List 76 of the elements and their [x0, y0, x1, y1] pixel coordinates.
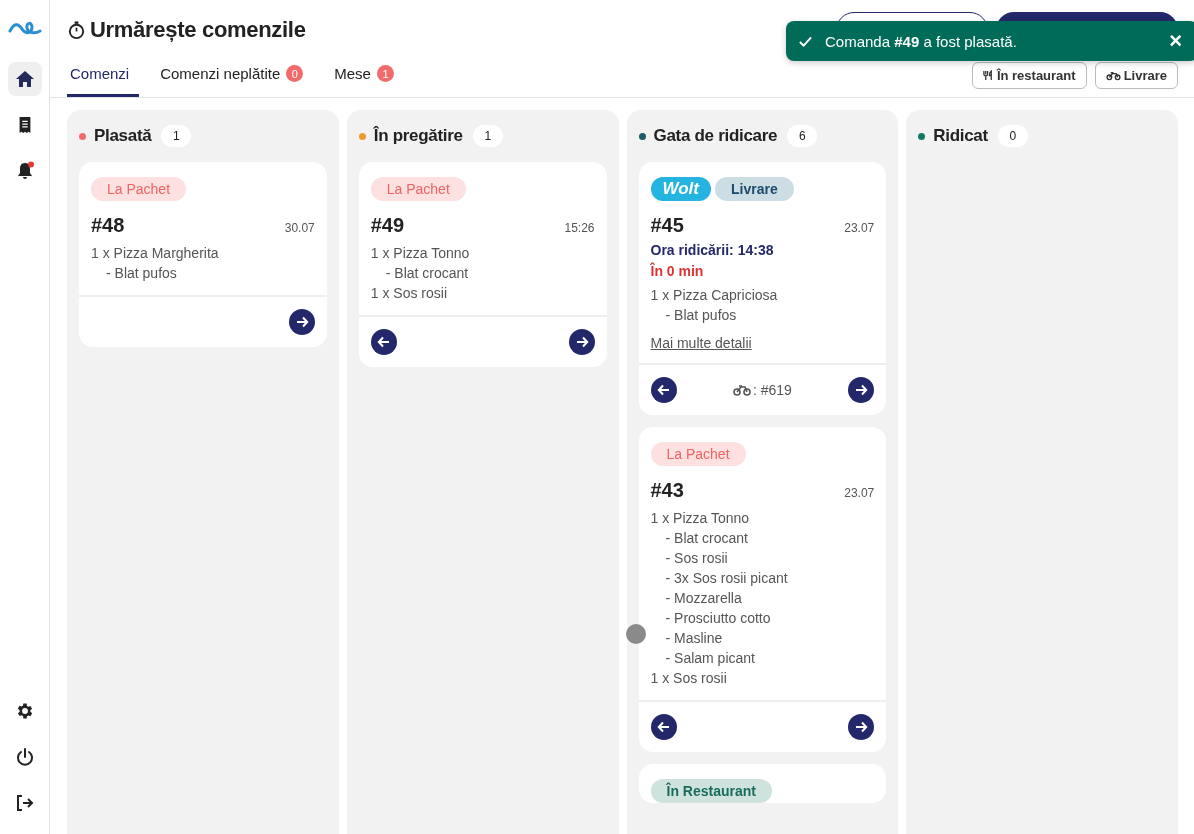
forward-arrow-button[interactable]	[288, 309, 315, 335]
due-time: În 0 min	[649, 261, 705, 279]
column-title: Ridicat	[933, 126, 988, 146]
fork-knife-icon	[982, 69, 994, 81]
arrow-left-icon	[656, 720, 671, 734]
item-option: - Mozzarella	[650, 588, 875, 608]
order-tag: La Pachet	[650, 442, 746, 466]
arrow-right-icon	[854, 720, 869, 734]
order-card[interactable]: La Pachet #48 30.07 1 x Pizza Margherita - Blat pufos	[79, 162, 327, 347]
arrow-left-icon	[656, 383, 671, 397]
order-item: 1 x Pizza Capriciosa	[650, 286, 779, 305]
tab[interactable]: Mese 1	[331, 57, 404, 97]
item-option: - Masline	[650, 628, 875, 648]
order-number: #45	[650, 214, 684, 237]
order-time: 15:26	[564, 221, 595, 235]
order-tag: La Pachet	[91, 177, 187, 201]
arrow-left-icon	[376, 335, 391, 349]
forward-arrow-button[interactable]	[848, 714, 875, 740]
home-icon[interactable]	[7, 62, 42, 96]
column-title: În pregătire	[373, 126, 463, 146]
courier-number: : #619	[752, 382, 792, 398]
column-title: Plasată	[94, 126, 152, 146]
order-item: 1 x Pizza Tonno	[370, 244, 471, 263]
order-card[interactable]: La Pachet #49 15:26 1 x Pizza Tonno - Blat crocant 1 x Sos rosii	[358, 162, 607, 367]
arrow-right-icon	[854, 383, 869, 397]
arrow-right-icon	[574, 335, 589, 349]
motorbike-icon	[732, 384, 751, 396]
order-time: 30.07	[284, 221, 315, 235]
back-arrow-button[interactable]	[650, 714, 677, 740]
order-item: 1 x Sos rosii	[370, 284, 448, 303]
bicycle-icon	[1105, 69, 1121, 81]
order-tag: Wolt	[650, 177, 711, 201]
item-option: - 3x Sos rosii picant	[650, 568, 875, 588]
order-item: 1 x Pizza Margherita	[91, 244, 220, 263]
order-item: 1 x Pizza Tonno	[650, 509, 751, 528]
order-card[interactable]: La Pachet #43 23.07 1 x Pizza Tonno - Blat crocant - Sos rosii - 3x Sos rosii picant - Mozzarella - Prosciutto cotto - Masline - Salam picant 1 x Sos rosii	[638, 427, 887, 752]
count-badge: 1	[472, 125, 503, 147]
filter-button[interactable]: În restaurant	[971, 61, 1087, 89]
order-time: 23.07	[844, 221, 875, 235]
order-time: 23.07	[844, 486, 875, 500]
order-number: #43	[650, 479, 684, 502]
drag-handle[interactable]	[626, 624, 646, 644]
item-option: - Prosciutto cotto	[650, 608, 875, 628]
count-badge: 1	[161, 125, 192, 147]
forward-arrow-button[interactable]	[848, 377, 875, 403]
item-option: - Blat pufos	[91, 263, 315, 283]
order-card[interactable]: În Restaurant	[638, 764, 887, 803]
item-option: - Blat crocant	[370, 263, 595, 283]
order-tag: Livrare	[715, 177, 794, 201]
order-card[interactable]: Wolt Livrare #45 23.07 Ora ridicării: 14:38 În 0 min 1 x Pizza Capriciosa - Blat pufos Mai multe detalii : #619	[638, 162, 887, 415]
column-title: Gata de ridicare	[653, 126, 778, 146]
order-number: #49	[370, 214, 405, 237]
count-badge: 0	[997, 125, 1028, 147]
forward-arrow-button[interactable]	[568, 329, 595, 355]
arrow-right-icon	[294, 315, 309, 329]
filter-button[interactable]: Livrare	[1094, 61, 1178, 89]
order-tag: În Restaurant	[650, 779, 772, 803]
timer-icon	[67, 20, 86, 40]
item-option: - Sos rosii	[650, 548, 875, 568]
logo-icon	[7, 20, 42, 36]
order-tag: La Pachet	[370, 177, 466, 201]
pickup-time: Ora ridicării: 14:38	[649, 241, 775, 258]
tab[interactable]: Comenzi neplătite 0	[157, 57, 314, 97]
order-number: #48	[91, 214, 125, 237]
count-badge: 6	[787, 125, 818, 147]
back-arrow-button[interactable]	[650, 377, 677, 403]
item-option: - Blat pufos	[650, 305, 875, 325]
order-item: 1 x Sos rosii	[650, 669, 728, 688]
item-option: - Salam picant	[650, 648, 875, 668]
item-option: - Blat crocant	[650, 528, 875, 548]
close-button[interactable]: ×	[1167, 30, 1184, 52]
toast-message: Comanda #49 a fost plasată.	[825, 32, 1018, 50]
page-title: Urmărește comenzile	[90, 17, 306, 43]
back-arrow-button[interactable]	[370, 329, 397, 355]
details-link[interactable]: Mai multe detalii	[650, 335, 752, 351]
tab[interactable]: Comenzi	[67, 57, 140, 97]
